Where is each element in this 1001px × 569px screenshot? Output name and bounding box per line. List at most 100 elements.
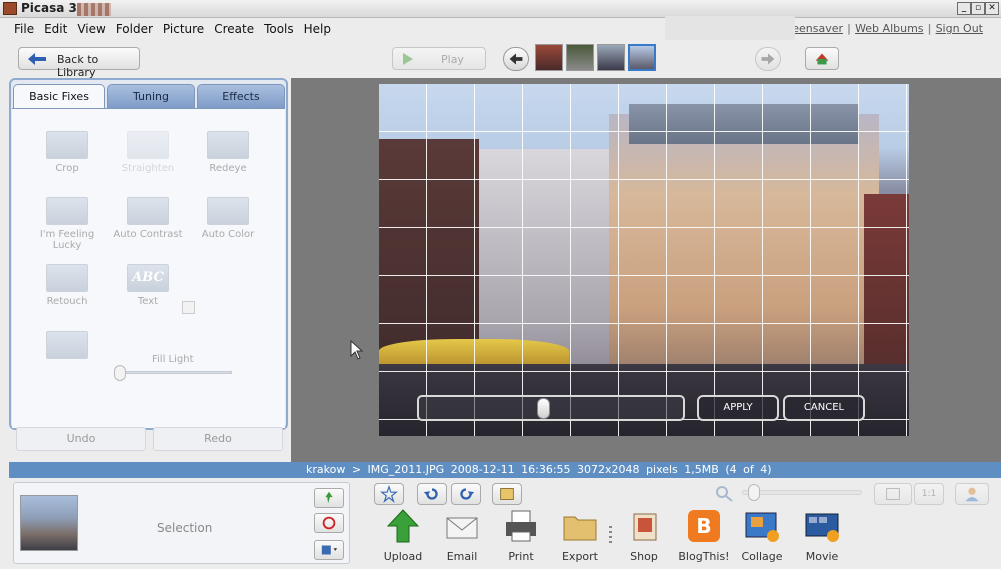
- rotate-left-button[interactable]: [417, 483, 447, 505]
- filmstrip-thumbnail-2[interactable]: [566, 44, 594, 71]
- toolbar: Back to Library Play: [0, 40, 1001, 79]
- caption-button[interactable]: [492, 483, 522, 505]
- tab-basic-fixes[interactable]: Basic Fixes: [13, 84, 105, 109]
- star-icon: [380, 484, 398, 503]
- photo-info-bar: krakow > IMG_2011.JPG 2008-12-11 16:36:5…: [9, 462, 1001, 478]
- movie-label: Movie: [805, 550, 839, 563]
- green-pin-icon: [325, 491, 333, 504]
- print-action[interactable]: Print: [493, 508, 549, 563]
- rotate-right-button[interactable]: [451, 483, 481, 505]
- share-gift-button[interactable]: [805, 47, 839, 70]
- zoom-magnifier-icon: [716, 486, 733, 502]
- text-tool[interactable]: ABC Text: [108, 264, 188, 307]
- menu-view[interactable]: View: [77, 22, 105, 36]
- minimize-button[interactable]: _: [957, 2, 971, 15]
- svg-text:B: B: [696, 514, 711, 538]
- filmstrip-thumbnail-1[interactable]: [535, 44, 563, 71]
- text-checkbox[interactable]: [182, 301, 195, 314]
- window-title: Picasa 3: [21, 1, 77, 15]
- menu-picture[interactable]: Picture: [163, 22, 204, 36]
- menu-edit[interactable]: Edit: [44, 22, 67, 36]
- cancel-button[interactable]: CANCEL: [783, 395, 865, 421]
- fill-light-slider[interactable]: [120, 371, 232, 374]
- shop-action[interactable]: Shop: [616, 508, 672, 563]
- auto-contrast-tool[interactable]: Auto Contrast: [108, 197, 188, 240]
- feeling-lucky-label: I'm Feeling Lucky: [39, 229, 95, 251]
- filmstrip-thumbnail-3[interactable]: [597, 44, 625, 71]
- apply-button[interactable]: APPLY: [697, 395, 779, 421]
- upload-arrow-icon: [386, 509, 420, 543]
- sign-out-link[interactable]: Sign Out: [936, 22, 983, 35]
- shop-label: Shop: [630, 550, 658, 563]
- blogthis-action[interactable]: B BlogThis!: [676, 508, 732, 563]
- gift-icon: [815, 53, 829, 65]
- maximize-button[interactable]: ▫: [971, 2, 985, 15]
- crop-tool[interactable]: Crop: [27, 131, 107, 174]
- web-albums-link[interactable]: Web Albums: [855, 22, 923, 35]
- menu-file[interactable]: File: [14, 22, 34, 36]
- filmstrip-thumbnail-4-selected[interactable]: [628, 44, 656, 71]
- export-label: Export: [561, 550, 598, 563]
- next-photo-button[interactable]: [755, 47, 781, 71]
- feeling-lucky-tool[interactable]: I'm Feeling Lucky: [27, 197, 107, 251]
- actual-size-button[interactable]: 1:1: [914, 483, 944, 505]
- add-to-album-button[interactable]: [314, 540, 344, 560]
- export-action[interactable]: Export: [552, 508, 608, 563]
- edit-panel: Basic Fixes Tuning Effects Crop Straight…: [9, 78, 288, 451]
- actions-divider: [609, 526, 612, 546]
- menu-help[interactable]: Help: [304, 22, 331, 36]
- back-to-library-button[interactable]: Back to Library: [18, 47, 140, 79]
- redeye-tool[interactable]: Redeye: [188, 131, 268, 174]
- email-label: Email: [446, 550, 478, 563]
- upload-action[interactable]: Upload: [375, 508, 431, 563]
- star-button[interactable]: [374, 483, 404, 505]
- auto-color-tool[interactable]: Auto Color: [188, 197, 268, 240]
- play-button[interactable]: Play: [392, 47, 486, 70]
- picasa-app-icon: [3, 2, 17, 15]
- photo-viewer: APPLY CANCEL: [291, 78, 1001, 462]
- redo-button[interactable]: Redo: [153, 427, 283, 451]
- photo-krakow[interactable]: APPLY CANCEL: [379, 84, 909, 436]
- folder-export-icon: [563, 516, 597, 541]
- title-bar: Picasa 3 _ ▫ ✕: [0, 0, 1001, 18]
- menu-tools[interactable]: Tools: [264, 22, 294, 36]
- hold-pin-button[interactable]: [314, 488, 344, 508]
- menu-create[interactable]: Create: [214, 22, 254, 36]
- straighten-slider-handle[interactable]: [537, 398, 551, 419]
- selection-thumbnail[interactable]: [20, 495, 78, 551]
- photo-path: krakow > IMG_2011.JPG: [306, 463, 445, 476]
- fit-to-window-button[interactable]: [874, 483, 912, 505]
- collage-action[interactable]: Collage: [734, 508, 790, 563]
- undo-button[interactable]: Undo: [16, 427, 146, 451]
- people-button[interactable]: [955, 483, 989, 505]
- crop-label: Crop: [55, 163, 79, 174]
- zoom-slider-handle[interactable]: [748, 484, 760, 501]
- straighten-tool[interactable]: Straighten: [108, 131, 188, 174]
- rotate-left-icon: [423, 488, 438, 500]
- zoom-slider[interactable]: [742, 490, 862, 495]
- fill-light-slider-handle[interactable]: [114, 365, 126, 381]
- straighten-slider-track[interactable]: [417, 395, 685, 421]
- fill-light-label: Fill Light: [152, 354, 194, 365]
- tab-tuning[interactable]: Tuning: [107, 84, 195, 109]
- collage-label: Collage: [741, 550, 783, 563]
- fit-window-icon: [886, 488, 900, 500]
- clear-selection-button[interactable]: [314, 513, 344, 533]
- text-abc-icon: ABC: [127, 264, 169, 292]
- redeye-label: Redeye: [209, 163, 247, 174]
- blogthis-label: BlogThis!: [678, 550, 730, 563]
- auto-contrast-icon: [127, 197, 169, 225]
- email-action[interactable]: Email: [434, 508, 490, 563]
- mouse-pointer-icon: [350, 340, 364, 360]
- caption-icon: [500, 488, 514, 500]
- movie-action[interactable]: Movie: [794, 508, 850, 563]
- back-arrow-icon: [28, 53, 46, 65]
- upload-label: Upload: [383, 550, 423, 563]
- retouch-tool[interactable]: Retouch: [27, 264, 107, 307]
- menu-bar: File Edit View Folder Picture Create Too…: [0, 19, 1001, 39]
- menu-folder[interactable]: Folder: [116, 22, 153, 36]
- close-button[interactable]: ✕: [985, 2, 999, 15]
- blurred-area: [665, 16, 795, 40]
- previous-photo-button[interactable]: [503, 47, 529, 71]
- tab-effects[interactable]: Effects: [197, 84, 285, 109]
